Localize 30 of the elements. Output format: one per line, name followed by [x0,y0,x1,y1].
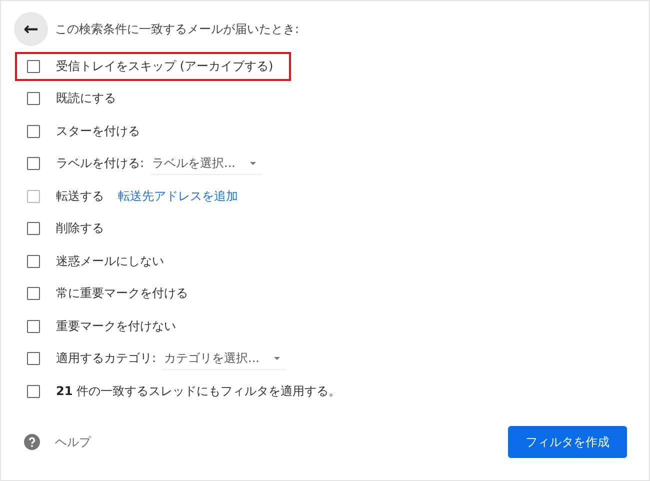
caret-icon [274,356,280,360]
checkbox[interactable] [27,352,40,366]
help-icon[interactable] [24,434,40,450]
checkbox[interactable] [27,222,40,236]
help-link[interactable]: ヘルプ [55,434,91,450]
caret-icon [250,162,256,165]
checkbox[interactable] [27,384,40,398]
option-label: 既読にする [56,90,116,108]
option-label: 迷惑メールにしない [56,252,164,270]
create-filter-button[interactable]: フィルタを作成 [508,426,627,458]
option-label: 21 件の一致するスレッドにもフィルタを適用する。 [56,382,341,400]
checkbox[interactable] [27,254,40,268]
option-label: 受信トレイをスキップ (アーカイブする) [56,58,274,75]
select-dropdown[interactable]: ラベルを選択... [150,152,262,175]
option-label: ラベルを付ける: [56,155,144,172]
select-dropdown[interactable]: カテゴリを選択... [162,348,286,370]
back-button[interactable]: ← [14,12,48,46]
checkbox[interactable] [27,60,40,73]
option-label: 適用するカテゴリ: [56,350,156,368]
option-label: 常に重要マークを付ける [56,285,188,302]
checkbox[interactable] [27,92,40,106]
checkbox[interactable] [27,287,40,300]
checkbox[interactable] [27,124,40,138]
dialog-heading: この検索条件に一致するメールが届いたとき: [55,20,300,38]
option-label: スターを付ける [56,122,140,140]
checkbox[interactable] [27,320,40,333]
option-label: 転送する [56,188,104,205]
option-label: 削除する [56,220,104,238]
option-label: 重要マークを付けない [56,318,176,335]
checkbox[interactable] [27,157,40,170]
